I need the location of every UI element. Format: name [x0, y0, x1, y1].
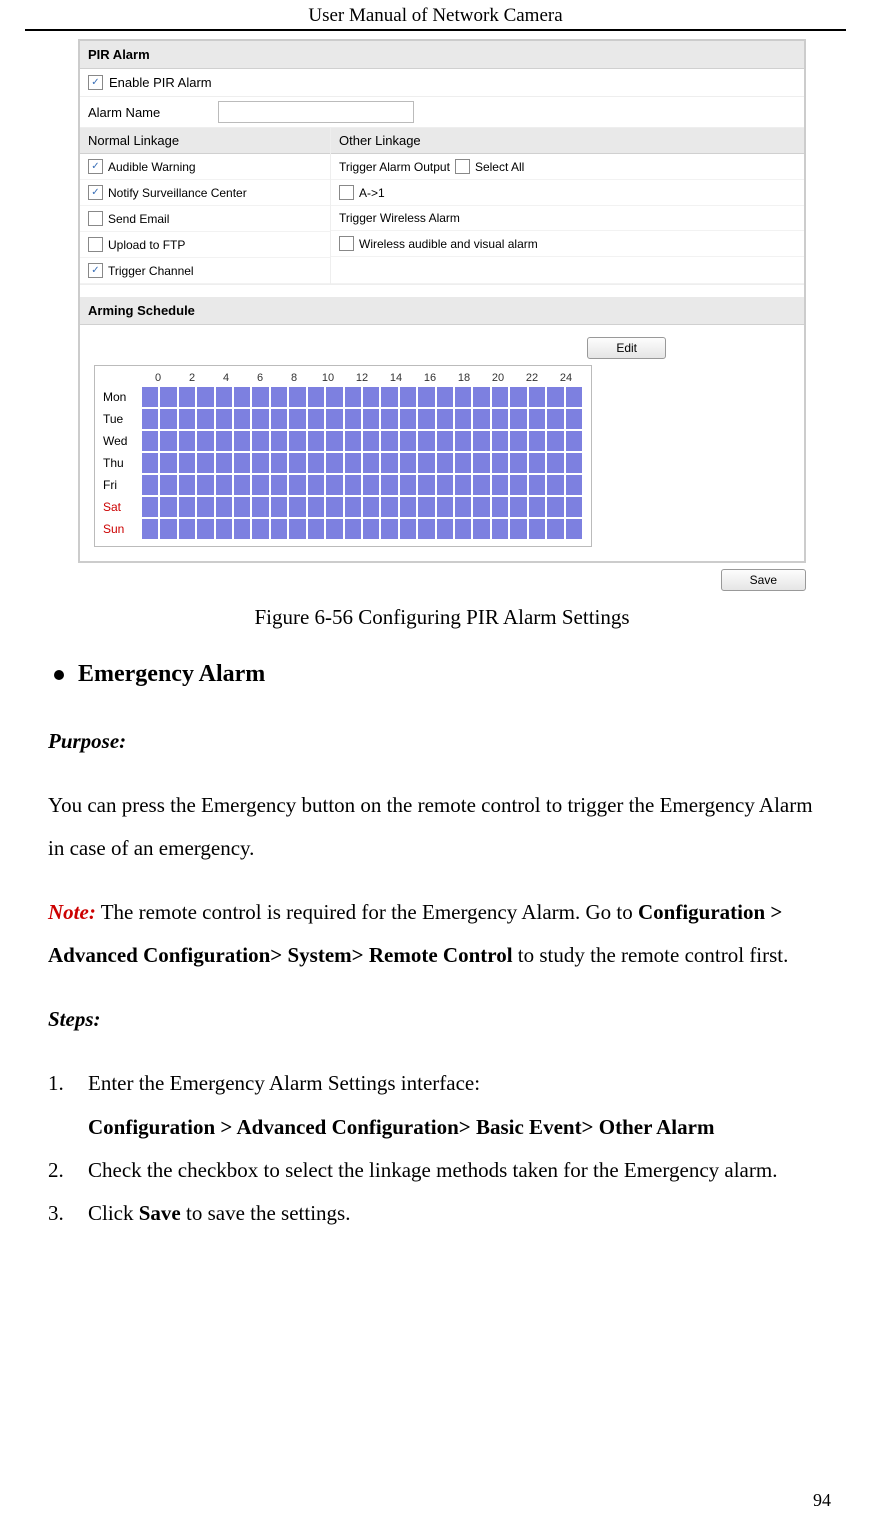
wireless-av-row[interactable]: Wireless audible and visual alarm [331, 231, 804, 257]
checkbox-icon[interactable] [88, 237, 103, 252]
checkbox-icon[interactable] [339, 236, 354, 251]
select-all-checkbox[interactable] [455, 159, 470, 174]
day-label: Sun [103, 522, 141, 536]
a1-row[interactable]: A->1 [331, 180, 804, 206]
day-label: Fri [103, 478, 141, 492]
link-email[interactable]: Send Email [80, 206, 330, 232]
link-ftp[interactable]: Upload to FTP [80, 232, 330, 258]
schedule-box: Edit 0 2 4 6 8 10 12 14 16 18 [80, 325, 804, 561]
purpose-label: Purpose: [48, 729, 126, 753]
checkbox-icon[interactable] [88, 211, 103, 226]
day-row-sun: Sun [103, 518, 583, 540]
save-button[interactable]: Save [721, 569, 806, 591]
day-cells[interactable] [141, 430, 583, 452]
trigger-alarm-output-row: Trigger Alarm Output Select All [331, 154, 804, 180]
checkbox-icon[interactable] [339, 185, 354, 200]
purpose-text: You can press the Emergency button on th… [48, 784, 833, 870]
trigger-wireless-label: Trigger Wireless Alarm [331, 206, 804, 231]
enable-pir-row[interactable]: Enable PIR Alarm [80, 69, 804, 97]
ui-screenshot: PIR Alarm Enable PIR Alarm Alarm Name No… [78, 39, 806, 563]
bullet-icon [54, 670, 64, 680]
day-cells[interactable] [141, 408, 583, 430]
link-notify[interactable]: Notify Surveillance Center [80, 180, 330, 206]
step-1: Enter the Emergency Alarm Settings inter… [48, 1062, 833, 1148]
day-row-tue: Tue [103, 408, 583, 430]
hour-axis: 0 2 4 6 8 10 12 14 16 18 20 22 24 [103, 372, 583, 384]
alarm-name-input[interactable] [218, 101, 414, 123]
enable-pir-checkbox[interactable] [88, 75, 103, 90]
day-cells[interactable] [141, 452, 583, 474]
day-label: Tue [103, 412, 141, 426]
step-3: Click Save to save the settings. [48, 1192, 833, 1235]
day-label: Mon [103, 390, 141, 404]
empty-cell [331, 257, 804, 284]
day-label: Sat [103, 500, 141, 514]
day-label: Wed [103, 434, 141, 448]
other-linkage-header: Other Linkage [331, 128, 804, 154]
link-trigger-channel[interactable]: Trigger Channel [80, 258, 330, 284]
day-row-thu: Thu [103, 452, 583, 474]
steps-list: Enter the Emergency Alarm Settings inter… [48, 1062, 833, 1234]
normal-linkage-header: Normal Linkage [80, 128, 330, 154]
schedule-grid: 0 2 4 6 8 10 12 14 16 18 20 22 24 M [94, 365, 592, 547]
link-audible[interactable]: Audible Warning [80, 154, 330, 180]
note-paragraph: Note: The remote control is required for… [48, 891, 833, 977]
linkage-table: Normal Linkage Audible Warning Notify Su… [80, 128, 804, 285]
checkbox-icon[interactable] [88, 185, 103, 200]
day-row-sat: Sat [103, 496, 583, 518]
page-header: User Manual of Network Camera [25, 0, 846, 31]
day-row-wed: Wed [103, 430, 583, 452]
day-cells[interactable] [141, 386, 583, 408]
figure-area: PIR Alarm Enable PIR Alarm Alarm Name No… [0, 39, 871, 630]
page-number: 94 [813, 1490, 831, 1511]
steps-label: Steps: [48, 1007, 101, 1031]
bullet-heading: Emergency Alarm [48, 650, 833, 699]
day-cells[interactable] [141, 474, 583, 496]
emergency-alarm-heading: Emergency Alarm [78, 650, 265, 699]
edit-button[interactable]: Edit [587, 337, 666, 359]
day-row-mon: Mon [103, 386, 583, 408]
checkbox-icon[interactable] [88, 159, 103, 174]
day-cells[interactable] [141, 518, 583, 540]
alarm-name-row: Alarm Name [80, 97, 804, 128]
day-label: Thu [103, 456, 141, 470]
pir-alarm-header: PIR Alarm [80, 41, 804, 69]
day-cells[interactable] [141, 496, 583, 518]
arming-schedule-header: Arming Schedule [80, 297, 804, 325]
note-label: Note: [48, 900, 96, 924]
enable-pir-label: Enable PIR Alarm [109, 75, 212, 90]
step-2: Check the checkbox to select the linkage… [48, 1149, 833, 1192]
document-body: Emergency Alarm Purpose: You can press t… [0, 650, 871, 1235]
checkbox-icon[interactable] [88, 263, 103, 278]
alarm-name-label: Alarm Name [88, 105, 198, 120]
figure-caption: Figure 6-56 Configuring PIR Alarm Settin… [78, 605, 806, 630]
day-row-fri: Fri [103, 474, 583, 496]
step-1-path: Configuration > Advanced Configuration> … [88, 1106, 833, 1149]
